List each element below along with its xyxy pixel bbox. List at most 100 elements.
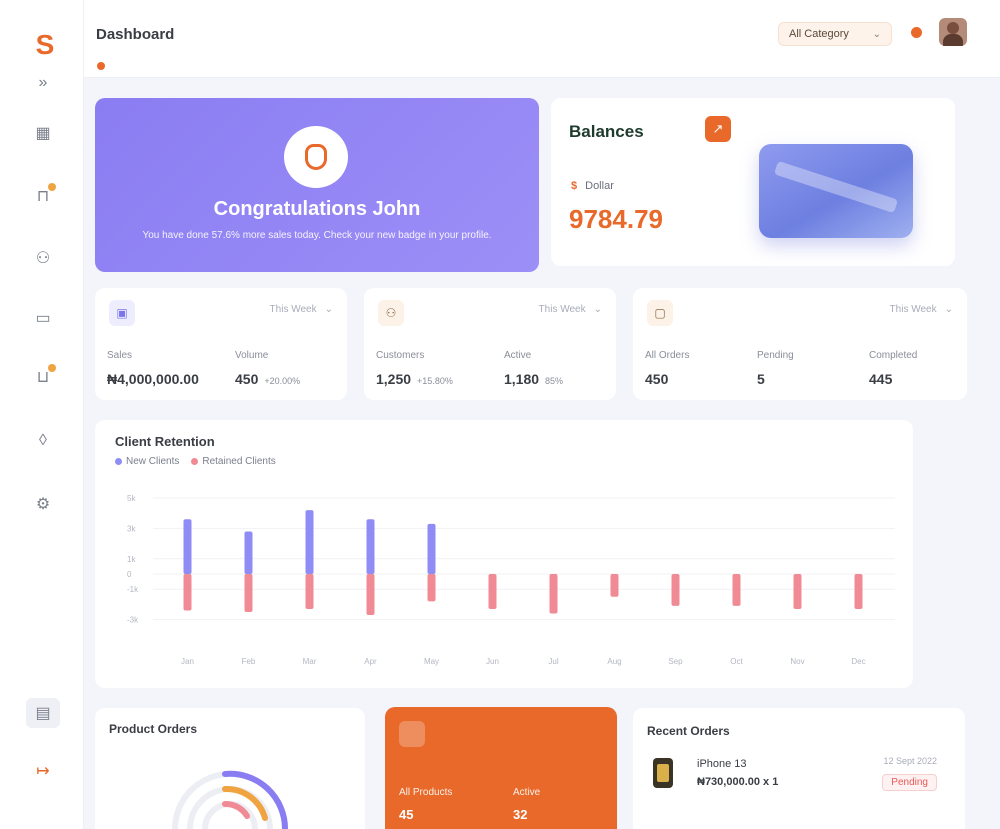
chart-bar-new-clients: [305, 510, 314, 574]
recent-orders-card: Recent Orders iPhone 13 ₦730,000.00 x 1 …: [633, 708, 965, 829]
chart-bar-retained-clients: [854, 574, 863, 609]
chart-bar-retained-clients: [366, 574, 375, 616]
x-tick-label: Jun: [486, 657, 499, 666]
order-price: ₦730,000.00 x 1: [697, 776, 779, 788]
congrats-message: You have done 57.6% more sales today. Ch…: [142, 230, 492, 241]
breadcrumb-home-icon[interactable]: [97, 62, 105, 70]
topbar: Dashboard All Category ⌄: [84, 0, 1000, 78]
congrats-title: Congratulations John: [213, 198, 421, 220]
avatar[interactable]: [939, 18, 967, 46]
brand-logo[interactable]: S: [32, 30, 58, 60]
x-tick-label: Nov: [790, 657, 804, 666]
all-products-label: All Products: [399, 787, 453, 798]
chart-icon: ▣: [109, 300, 135, 326]
y-tick-label: 1k: [127, 555, 136, 564]
folder-icon[interactable]: ▭: [30, 305, 56, 331]
y-tick-label: -3k: [127, 616, 139, 625]
chart-bar-retained-clients: [244, 574, 253, 612]
sidebar: S » ▦ ⊓ ⚇ ▭ ⊔ ◊ ⚙ ▤ ↦: [0, 0, 84, 829]
chart-title: Client Retention: [115, 434, 215, 449]
customers-stat-card: ⚇ This Week ⌄ Customers 1,250 +15.80% Acti…: [364, 288, 616, 400]
collapse-icon[interactable]: »: [30, 70, 56, 96]
users-icon: ⚇: [378, 300, 404, 326]
active-products-label: Active: [513, 787, 541, 798]
metric-active: Active 1,180 85%: [504, 350, 564, 387]
chart-bar-retained-clients: [732, 574, 741, 606]
notification-badge: [48, 364, 56, 372]
category-select[interactable]: All Category ⌄: [778, 22, 892, 46]
chart-bar-new-clients: [427, 523, 436, 574]
client-retention-chart: Client Retention New Clients Retained Cl…: [95, 420, 913, 688]
y-tick-label: 5k: [127, 494, 136, 503]
category-select-value: All Category: [789, 28, 849, 40]
x-tick-label: Jul: [548, 657, 558, 666]
currency-label: $ Dollar: [571, 180, 614, 192]
chart-bar-new-clients: [183, 519, 192, 574]
product-orders-radial-chart: [172, 770, 289, 829]
chevron-down-icon: ⌄: [324, 304, 333, 315]
chart-bar-retained-clients: [488, 574, 497, 609]
logout-icon[interactable]: ↦: [30, 758, 56, 784]
page-title: Dashboard: [96, 26, 175, 43]
chart-bar-new-clients: [366, 519, 375, 574]
x-tick-label: Mar: [303, 657, 317, 666]
legend-new-clients: New Clients: [115, 456, 179, 467]
range-select[interactable]: This Week ⌄: [270, 304, 333, 315]
chart-bar-retained-clients: [183, 574, 192, 611]
order-product-name: iPhone 13: [697, 758, 747, 770]
all-products-value: 45: [399, 807, 414, 822]
metric-sales: Sales ₦4,000,000.00: [107, 350, 199, 387]
settings-icon[interactable]: ⚙: [30, 491, 56, 517]
metric-pending: Pending 5: [757, 350, 794, 387]
recent-orders-title: Recent Orders: [647, 724, 730, 738]
balances-title: Balances: [569, 122, 644, 141]
tag-icon[interactable]: ◊: [30, 428, 56, 454]
chart-bar-retained-clients: [793, 574, 802, 609]
x-tick-label: Oct: [730, 657, 743, 666]
sales-stat-card: ▣ This Week ⌄ Sales ₦4,000,000.00 Volume …: [95, 288, 347, 400]
balance-amount: 9784.79: [569, 204, 663, 234]
y-tick-label: -1k: [127, 585, 139, 594]
chart-bar-new-clients: [244, 531, 253, 574]
x-tick-label: Sep: [668, 657, 683, 666]
x-tick-label: Dec: [851, 657, 865, 666]
notification-badge: [48, 183, 56, 191]
box-icon: [399, 721, 425, 747]
chart-bar-retained-clients: [610, 574, 619, 597]
chevron-down-icon: ⌄: [944, 304, 953, 315]
retention-bars: 5k 3k 1k 0 -1k -3k Jan Feb Mar Apr May Jun Jul Aug Sep…: [127, 494, 895, 666]
range-select[interactable]: This Week ⌄: [539, 304, 602, 315]
chart-legend: New Clients Retained Clients: [115, 456, 276, 467]
product-orders-card: Product Orders: [95, 708, 365, 829]
cart-icon[interactable]: ⊔: [30, 364, 56, 390]
users-icon[interactable]: ⚇: [30, 245, 56, 271]
y-tick-label: 3k: [127, 524, 136, 533]
active-products-value: 32: [513, 807, 528, 822]
range-select[interactable]: This Week ⌄: [890, 304, 953, 315]
metric-completed: Completed 445: [869, 350, 918, 387]
x-tick-label: May: [424, 657, 439, 666]
notification-icon[interactable]: [911, 27, 922, 38]
product-thumbnail: [653, 758, 673, 788]
chevron-down-icon: ⌄: [593, 304, 602, 315]
dollar-icon: $: [571, 180, 578, 192]
balances-action-button[interactable]: ↗: [705, 116, 731, 142]
chart-bar-retained-clients: [671, 574, 680, 606]
x-tick-label: Aug: [607, 657, 621, 666]
legend-retained-clients: Retained Clients: [191, 456, 276, 467]
bag-icon[interactable]: ⊓: [30, 183, 56, 209]
trophy-icon: [284, 126, 348, 188]
metric-customers: Customers 1,250 +15.80%: [376, 350, 453, 387]
store-icon[interactable]: ▤: [26, 698, 60, 728]
balances-card: Balances ↗ $ Dollar 9784.79: [551, 98, 955, 266]
x-tick-label: Feb: [242, 657, 256, 666]
chart-bar-retained-clients: [549, 574, 558, 614]
list-item[interactable]: iPhone 13 ₦730,000.00 x 1 12 Sept 2022 P…: [647, 754, 953, 791]
chevron-down-icon: ⌄: [872, 28, 881, 40]
order-date: 12 Sept 2022: [883, 756, 937, 766]
x-tick-label: Jan: [181, 657, 194, 666]
orders-stat-card: ▢ This Week ⌄ All Orders 450 Pending 5 Co…: [633, 288, 967, 400]
box-icon: ▢: [647, 300, 673, 326]
products-card: All Products 45 Active 32: [385, 707, 617, 829]
grid-icon[interactable]: ▦: [30, 120, 56, 146]
